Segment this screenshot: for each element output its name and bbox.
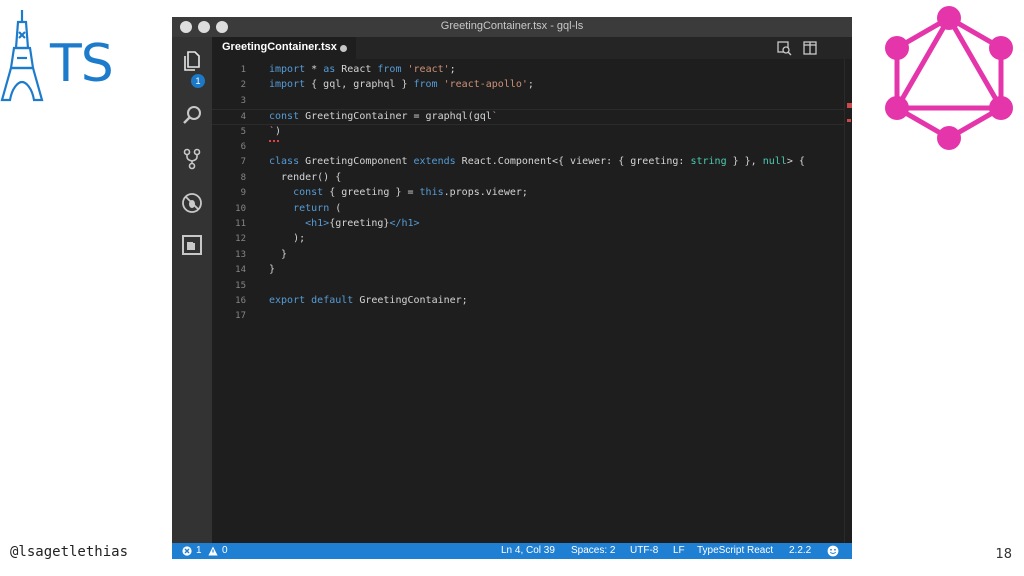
line-ending[interactable]: LF [673,545,685,556]
language-mode[interactable]: TypeScript React [697,545,773,556]
code-line[interactable]: 5 `) [212,125,844,142]
split-editor-icon[interactable] [802,40,818,56]
title-bar: GreetingContainer.tsx - gql-ls [172,17,852,37]
code-text: import * as React from 'react'; [269,64,456,75]
tab-greeting-container[interactable]: GreetingContainer.tsx [212,37,356,59]
code-line[interactable]: 1 import * as React from 'react'; [212,63,844,78]
line-number: 15 [235,280,246,291]
code-text: class GreetingComponent extends React.Co… [269,156,805,168]
code-text: const { greeting } = this.props.viewer; [293,187,528,199]
vscode-window: GreetingContainer.tsx - gql-ls 1 Greetin… [172,17,852,559]
line-number: 17 [235,311,246,322]
line-number: 8 [240,172,246,183]
open-changes-icon[interactable] [776,40,792,56]
code-line[interactable]: 9 const { greeting } = this.props.viewer… [212,186,844,201]
code-line[interactable]: 11 <h1>{greeting}</h1> [212,217,844,232]
error-icon[interactable] [182,546,192,556]
unsaved-dot-icon[interactable] [340,45,347,52]
warning-icon[interactable] [208,546,218,556]
code-line[interactable]: 7 class GreetingComponent extends React.C… [212,155,844,170]
editor-ruler [844,59,845,543]
warning-count[interactable]: 0 [222,545,228,556]
line-number: 2 [240,80,246,91]
line-number: 7 [240,157,246,168]
encoding[interactable]: UTF-8 [630,545,658,556]
code-line[interactable]: 12 ); [212,232,844,247]
code-line[interactable]: 15 [212,279,844,294]
extensions-icon[interactable] [180,233,204,257]
code-text: render() { [269,171,342,183]
code-line[interactable]: 4 const GreetingContainer = graphql(gql` [212,109,844,125]
tab-label: GreetingContainer.tsx [222,41,337,53]
code-text: return ( [293,202,342,214]
line-number: 12 [235,234,246,245]
line-number: 16 [235,296,246,306]
line-number: 4 [240,112,246,123]
status-bar: 1 0 Ln 4, Col 39 Spaces: 2 UTF-8 LF Type… [172,543,852,559]
code-text: export default GreetingContainer; [269,295,468,306]
eiffel-tower-icon [0,10,44,102]
scrollbar-error-marker [847,119,851,122]
code-text: `) [269,125,282,137]
activity-bar: 1 [172,37,212,543]
line-number: 3 [240,95,246,106]
smiley-icon[interactable] [827,545,839,557]
typescript-version[interactable]: 2.2.2 [789,545,811,556]
window-title: GreetingContainer.tsx - gql-ls [440,20,584,32]
line-number: 14 [235,265,246,276]
line-number: 10 [235,203,246,214]
files-icon[interactable] [180,49,204,73]
line-number: 13 [235,249,246,260]
line-number: 6 [240,142,246,152]
code-line[interactable]: 17 [212,309,844,324]
code-text: ); [269,233,306,245]
line-number: 1 [240,65,246,75]
code-line[interactable]: 8 render() { [212,171,844,186]
files-badge: 1 [191,74,205,88]
slide-number: 18 [995,547,1012,562]
tab-bar: GreetingContainer.tsx [212,37,852,59]
indentation[interactable]: Spaces: 2 [571,545,615,556]
code-text: const GreetingContainer = graphql(gql` [269,111,498,123]
source-control-icon[interactable] [180,147,204,171]
scrollbar-error-marker [847,103,852,108]
line-number: 5 [240,126,246,137]
cursor-position[interactable]: Ln 4, Col 39 [501,545,555,556]
error-count[interactable]: 1 [196,545,202,556]
line-number: 11 [235,219,246,229]
code-text: <h1>{greeting}</h1> [305,218,420,229]
code-line[interactable]: 3 [212,94,844,109]
debug-icon[interactable] [180,191,204,215]
code-text: import { gql, graphql } from 'react-apol… [269,79,534,91]
code-line[interactable]: 2 import { gql, graphql } from 'react-apo… [212,78,844,93]
author-handle: @lsagetlethias [10,544,129,560]
ts-logo-text: TS [50,34,114,94]
code-editor[interactable]: 1 import * as React from 'react'; 2 import … [212,59,852,543]
code-text: } [269,248,288,260]
code-line[interactable]: 16 export default GreetingContainer; [212,294,844,309]
code-line[interactable]: 14} [212,263,844,278]
code-line[interactable]: 10 return ( [212,202,844,217]
code-line[interactable]: 6 [212,140,844,155]
graphql-logo-icon [885,6,1013,150]
code-line[interactable]: 13 } [212,248,844,263]
line-number: 9 [240,188,246,199]
code-text: } [269,264,276,276]
search-icon[interactable] [180,103,204,127]
